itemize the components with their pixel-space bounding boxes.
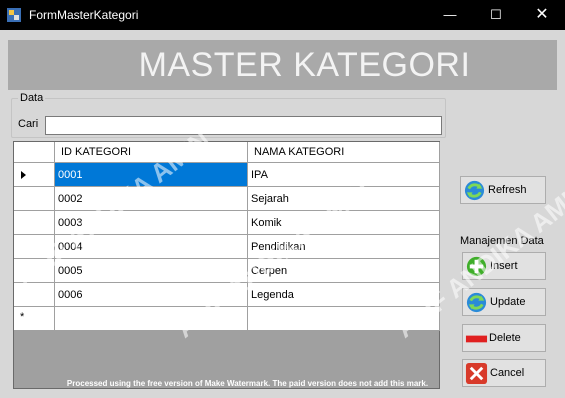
header-banner: MASTER KATEGORI [8,40,557,90]
close-icon [465,362,488,385]
watermark-footer: Processed using the free version of Make… [66,379,429,388]
new-row-marker: * [20,311,25,323]
cell-name[interactable]: IPA [248,163,440,187]
delete-button[interactable]: Delete [462,324,546,352]
title-bar: FormMasterKategori — ☐ ✕ [0,0,565,30]
row-header[interactable] [14,187,55,211]
column-header-name[interactable]: NAMA KATEGORI [248,142,440,163]
refresh-icon [464,180,485,201]
update-button[interactable]: Update [462,288,546,316]
cancel-label: Cancel [490,367,525,379]
cell-name[interactable] [248,307,440,331]
current-row-arrow-icon [21,171,26,179]
cell-id[interactable]: 0004 [55,235,248,259]
row-header[interactable] [14,259,55,283]
delete-label: Delete [489,332,521,344]
category-table[interactable]: ID KATEGORI NAMA KATEGORI 0001 IPA 0002 … [13,141,440,389]
row-header[interactable] [14,211,55,235]
page-title: MASTER KATEGORI [138,46,471,84]
search-label: Cari [18,118,39,130]
cell-name[interactable]: Pendidikan [248,235,440,259]
column-header-id[interactable]: ID KATEGORI [55,142,248,163]
row-header-corner [14,142,55,163]
cell-id[interactable]: 0003 [55,211,248,235]
form-client-area: MASTER KATEGORI Data Cari ID KATEGORI NA… [0,30,565,398]
maximize-button[interactable]: ☐ [473,0,519,30]
row-header[interactable]: * [14,307,55,331]
refresh-button[interactable]: Refresh [460,176,546,204]
minus-icon [465,335,488,343]
cell-id[interactable]: 0005 [55,259,248,283]
refresh-label: Refresh [488,184,527,196]
update-label: Update [490,296,526,308]
cell-id[interactable] [55,307,248,331]
cell-name[interactable]: Sejarah [248,187,440,211]
row-header[interactable] [14,163,55,187]
update-icon [466,292,487,313]
search-input[interactable] [45,116,442,135]
data-group-legend: Data [18,92,46,104]
manage-data-label: Manajemen Data [460,235,544,247]
plus-icon [466,256,487,277]
cell-id[interactable]: 0002 [55,187,248,211]
insert-label: Insert [490,260,518,272]
cell-id[interactable]: 0006 [55,283,248,307]
cancel-button[interactable]: Cancel [462,359,546,387]
insert-button[interactable]: Insert [462,252,546,280]
row-header[interactable] [14,235,55,259]
close-button[interactable]: ✕ [519,0,565,30]
minimize-button[interactable]: — [427,0,473,30]
cell-id[interactable]: 0001 [55,163,248,187]
cell-name[interactable]: Legenda [248,283,440,307]
cell-name[interactable]: Cerpen [248,259,440,283]
row-header[interactable] [14,283,55,307]
cell-name[interactable]: Komik [248,211,440,235]
window-title: FormMasterKategori [29,8,139,22]
app-icon [7,8,21,22]
